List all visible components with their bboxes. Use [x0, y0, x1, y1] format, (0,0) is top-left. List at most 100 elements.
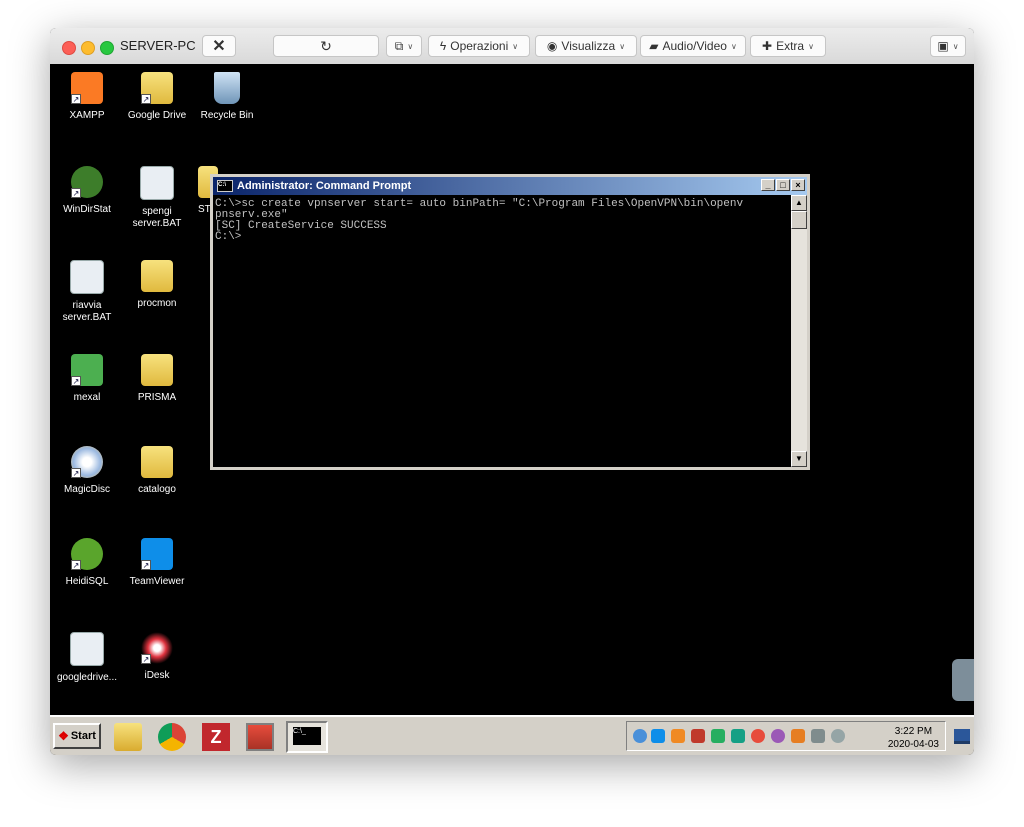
desktop-icon-windirstat[interactable]: ↗ WinDirStat	[52, 166, 122, 216]
cmd-minimize-button[interactable]: _	[761, 179, 775, 191]
command-output[interactable]: C:\>sc create vpnserver start= auto binP…	[213, 195, 791, 467]
desktop-icon-recycle-bin[interactable]: Recycle Bin	[192, 72, 262, 122]
extra-label: Extra	[776, 39, 805, 53]
copy-icon: ⧉	[394, 38, 404, 53]
dropbox-tray-icon[interactable]	[771, 729, 785, 743]
desktop-icon-xampp[interactable]: ↗ XAMPP	[52, 72, 122, 122]
chevron-down-icon: ∨	[619, 41, 626, 51]
window-titlebar: SERVER-PC ✕ ↻ ⧉ ∨ ϟ Operazioni ∨ ◉ Visual…	[50, 28, 974, 65]
window-title: SERVER-PC	[120, 38, 196, 53]
audio-video-label: Audio/Video	[662, 39, 727, 53]
eye-icon: ◉	[546, 39, 558, 53]
chat-icon: ▰	[649, 39, 659, 53]
minimize-window-button[interactable]	[81, 41, 95, 55]
shortcut-arrow-icon: ↗	[141, 560, 151, 570]
scroll-thumb[interactable]	[791, 211, 807, 229]
screen-menu-button[interactable]: ▣ ∨	[930, 35, 966, 57]
heidisql-icon: ↗	[71, 538, 103, 570]
reload-icon: ↻	[320, 37, 332, 54]
desktop-icon-procmon[interactable]: procmon	[122, 260, 192, 310]
reload-button[interactable]: ↻	[273, 35, 379, 57]
bolt-icon: ϟ	[439, 39, 447, 53]
shortcut-arrow-icon: ↗	[71, 94, 81, 104]
audio-video-menu-button[interactable]: ▰ Audio/Video ∨	[640, 35, 746, 57]
gear-icon	[140, 166, 174, 200]
cmd-maximize-button[interactable]: □	[776, 179, 790, 191]
chevron-down-icon: ∨	[808, 41, 814, 51]
xampp-tray-icon[interactable]	[671, 729, 685, 743]
toolbox-taskbar-icon[interactable]	[246, 723, 274, 751]
shield-tray-icon[interactable]	[731, 729, 745, 743]
desktop-icon-prisma[interactable]: PRISMA	[122, 354, 192, 404]
clock-time: 3:22 PM	[894, 726, 933, 737]
chevron-down-icon: ∨	[407, 41, 414, 51]
folder-icon	[141, 446, 173, 478]
desktop-icon-teamviewer[interactable]: ↗ TeamViewer	[122, 538, 192, 588]
desktop-icon-magicdisc[interactable]: ↗ MagicDisc	[52, 446, 122, 496]
windows-logo-icon: ❖	[58, 729, 69, 743]
cmd-line: [SC] CreateService SUCCESS	[215, 220, 387, 232]
disc-icon: ↗	[71, 446, 103, 478]
desktop-icon-mexal[interactable]: ↗ mexal	[52, 354, 122, 404]
cmd-taskbar-button[interactable]: C:\_	[286, 721, 328, 753]
teamviewer-side-handle[interactable]	[952, 659, 974, 701]
taskbar-clock[interactable]: 3:22 PM 2020-04-03	[888, 725, 939, 751]
view-menu-button[interactable]: ◉ Visualizza ∨	[535, 35, 637, 57]
xampp-icon: ↗	[71, 72, 103, 104]
explorer-taskbar-icon[interactable]	[114, 723, 142, 751]
idesk-icon: ↗	[141, 632, 173, 664]
operations-label: Operazioni	[450, 39, 509, 53]
desktop-icon-googledrive-bat[interactable]: googledrive...	[52, 632, 122, 684]
show-desktop-icon[interactable]	[954, 729, 970, 744]
scroll-down-button[interactable]: ▼	[791, 451, 807, 467]
cmd-close-button[interactable]: ×	[791, 179, 805, 191]
zoom-window-button[interactable]	[100, 41, 114, 55]
cmd-scrollbar[interactable]: ▲ ▼	[791, 195, 807, 467]
chevron-down-icon: ∨	[952, 41, 959, 51]
shortcut-arrow-icon: ↗	[141, 654, 151, 664]
command-prompt-title: Administrator: Command Prompt	[237, 180, 412, 192]
antivirus-tray-icon[interactable]	[751, 729, 765, 743]
command-prompt-titlebar[interactable]: C:\ Administrator: Command Prompt _ □ ×	[213, 177, 807, 195]
filezilla-taskbar-icon[interactable]: Z	[202, 723, 230, 751]
copy-menu-button[interactable]: ⧉ ∨	[386, 35, 422, 57]
shortcut-arrow-icon: ↗	[71, 376, 81, 386]
taskbar: ❖ Start Z C:\_ 3:22 PM 2020-04-03	[50, 715, 974, 755]
extra-menu-button[interactable]: ✚ Extra ∨	[750, 35, 826, 57]
cmd-icon: C:\	[217, 180, 233, 192]
chrome-taskbar-icon[interactable]	[158, 723, 186, 751]
scroll-up-button[interactable]: ▲	[791, 195, 807, 211]
sync-tray-icon[interactable]	[711, 729, 725, 743]
desktop-icon-google-drive[interactable]: ↗ Google Drive	[122, 72, 192, 122]
screen-icon: ▣	[937, 39, 949, 53]
remote-desktop-window: SERVER-PC ✕ ↻ ⧉ ∨ ϟ Operazioni ∨ ◉ Visual…	[50, 28, 974, 755]
disconnect-button[interactable]: ✕	[202, 35, 236, 57]
desktop-icon-catalogo[interactable]: catalogo	[122, 446, 192, 496]
start-button[interactable]: ❖ Start	[53, 723, 101, 749]
clock-date: 2020-04-03	[887, 739, 939, 750]
command-prompt-window[interactable]: C:\ Administrator: Command Prompt _ □ × …	[210, 174, 810, 470]
alert-tray-icon[interactable]	[691, 729, 705, 743]
shortcut-arrow-icon: ↗	[141, 94, 151, 104]
shortcut-arrow-icon: ↗	[71, 560, 81, 570]
network-icon[interactable]	[633, 729, 647, 743]
view-label: Visualizza	[561, 39, 616, 53]
flag-tray-icon[interactable]	[791, 729, 805, 743]
desktop-icon-idesk[interactable]: ↗ iDesk	[122, 632, 192, 682]
desktop-icon-heidisql[interactable]: ↗ HeidiSQL	[52, 538, 122, 588]
puzzle-icon: ✚	[762, 39, 773, 53]
desktop-icon-spengi-server[interactable]: spengi server.BAT	[122, 166, 192, 230]
volume-icon[interactable]	[831, 729, 845, 743]
close-window-button[interactable]	[62, 41, 76, 55]
cmd-line: C:\>sc create vpnserver start= auto binP…	[215, 198, 744, 210]
shortcut-arrow-icon: ↗	[71, 188, 81, 198]
monitor-tray-icon[interactable]	[811, 729, 825, 743]
cmd-icon: C:\_	[293, 727, 321, 745]
recycle-bin-icon	[214, 72, 240, 104]
teamviewer-icon: ↗	[141, 538, 173, 570]
operations-menu-button[interactable]: ϟ Operazioni ∨	[428, 35, 530, 57]
desktop-icon-riavvia-server[interactable]: riavvia server.BAT	[52, 260, 122, 324]
teamviewer-tray-icon[interactable]	[651, 729, 665, 743]
google-drive-icon: ↗	[141, 72, 173, 104]
folder-icon	[141, 260, 173, 292]
